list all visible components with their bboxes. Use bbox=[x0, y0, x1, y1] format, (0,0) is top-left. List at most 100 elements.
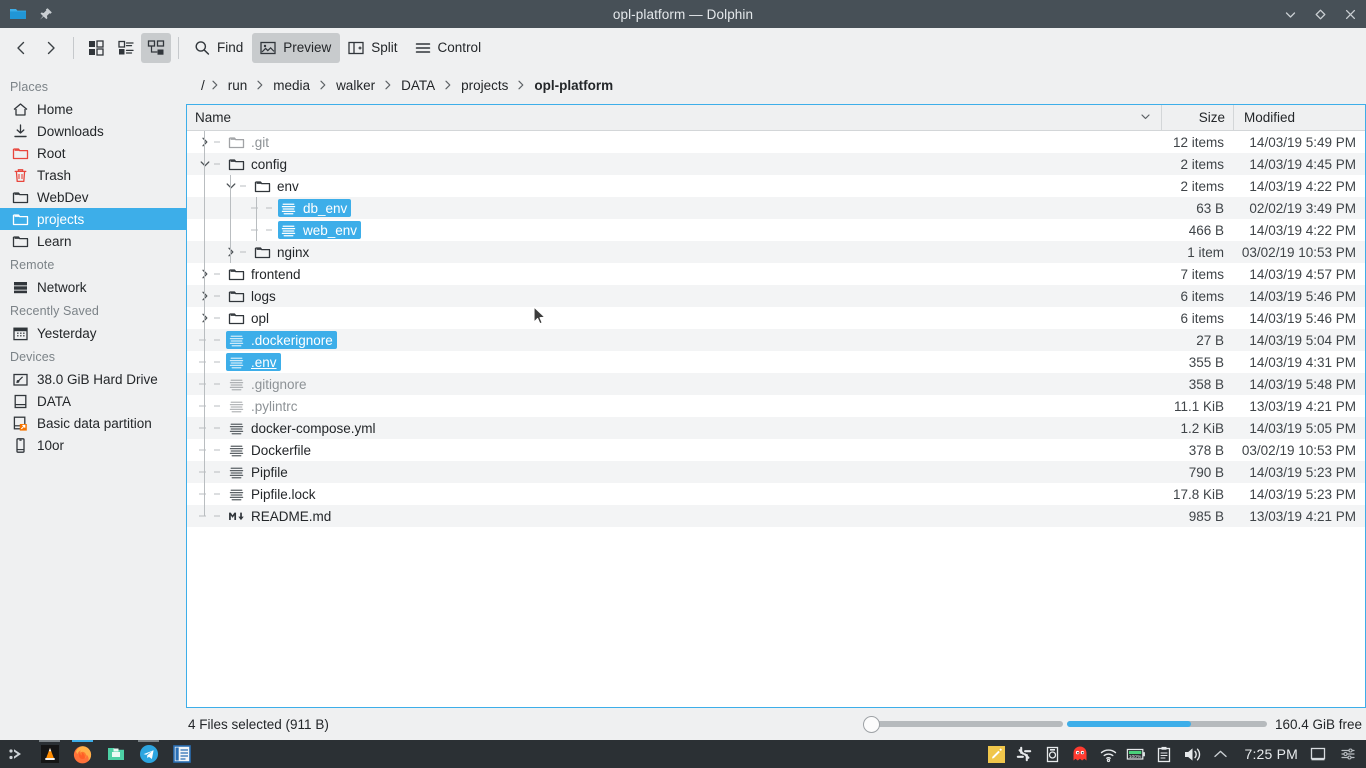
sidebar-item-data[interactable]: DATA bbox=[0, 390, 186, 412]
table-row[interactable]: web_env 466 B 14/03/19 4:22 PM bbox=[187, 219, 1365, 241]
zoom-slider[interactable] bbox=[862, 714, 1063, 734]
sidebar-item-basic-data-partition[interactable]: Basic data partition bbox=[0, 412, 186, 434]
file-entry[interactable]: web_env bbox=[278, 221, 362, 239]
breadcrumb-item-data[interactable]: DATA bbox=[394, 78, 442, 93]
table-row[interactable]: .dockerignore 27 B 14/03/19 5:04 PM bbox=[187, 329, 1365, 351]
file-entry[interactable]: .gitignore bbox=[226, 375, 311, 393]
table-row[interactable]: db_env 63 B 02/02/19 3:49 PM bbox=[187, 197, 1365, 219]
file-entry[interactable]: .env bbox=[226, 353, 281, 371]
split-button[interactable]: Split bbox=[340, 33, 406, 63]
file-entry[interactable]: Dockerfile bbox=[226, 441, 315, 459]
chevron-down-icon[interactable] bbox=[222, 175, 240, 197]
preview-button[interactable]: Preview bbox=[252, 32, 341, 63]
table-row[interactable]: .git 12 items 14/03/19 5:49 PM bbox=[187, 131, 1365, 153]
file-entry[interactable]: env bbox=[252, 177, 303, 195]
file-entry[interactable]: Pipfile bbox=[226, 463, 292, 481]
file-entry[interactable]: .pylintrc bbox=[226, 397, 302, 415]
table-row[interactable]: README.md 985 B 13/03/19 4:21 PM bbox=[187, 505, 1365, 527]
volume-icon[interactable] bbox=[1182, 744, 1202, 764]
file-entry[interactable]: nginx bbox=[252, 243, 313, 261]
sidebar-item-38-0-gib-hard-drive[interactable]: 38.0 GiB Hard Drive bbox=[0, 368, 186, 390]
table-row[interactable]: config 2 items 14/03/19 4:45 PM bbox=[187, 153, 1365, 175]
breadcrumb-item-run[interactable]: run bbox=[221, 78, 255, 93]
table-row[interactable]: logs 6 items 14/03/19 5:46 PM bbox=[187, 285, 1365, 307]
file-entry[interactable]: frontend bbox=[226, 265, 305, 283]
file-entry[interactable]: .dockerignore bbox=[226, 331, 337, 349]
table-row[interactable]: .pylintrc 11.1 KiB 13/03/19 4:21 PM bbox=[187, 395, 1365, 417]
breadcrumb-item-projects[interactable]: projects bbox=[454, 78, 515, 93]
sidebar-item-yesterday[interactable]: Yesterday bbox=[0, 322, 186, 344]
chevron-down-icon[interactable] bbox=[196, 153, 214, 175]
clipboard-icon[interactable] bbox=[1154, 744, 1174, 764]
chevron-right-icon[interactable] bbox=[196, 263, 214, 285]
file-entry[interactable]: config bbox=[226, 155, 291, 173]
chevron-down-icon[interactable] bbox=[1140, 111, 1153, 125]
free-space-bar[interactable] bbox=[1066, 714, 1267, 734]
file-entry[interactable]: .git bbox=[226, 133, 273, 151]
vlc-icon[interactable] bbox=[33, 740, 66, 768]
device-icon[interactable] bbox=[1042, 744, 1062, 764]
battery-icon[interactable]: 100% bbox=[1126, 744, 1146, 764]
table-row[interactable]: opl 6 items 14/03/19 5:46 PM bbox=[187, 307, 1365, 329]
breadcrumb-item-opl-platform[interactable]: opl-platform bbox=[527, 78, 620, 93]
wifi-icon[interactable] bbox=[1098, 744, 1118, 764]
view-compact-button[interactable] bbox=[111, 33, 141, 63]
slack-icon[interactable] bbox=[1014, 744, 1034, 764]
tray-expand-icon[interactable] bbox=[1210, 744, 1230, 764]
settings-icon[interactable] bbox=[1338, 744, 1358, 764]
file-entry[interactable]: db_env bbox=[278, 199, 352, 217]
file-entry[interactable]: Pipfile.lock bbox=[226, 485, 320, 503]
telegram-icon[interactable] bbox=[132, 740, 165, 768]
sidebar-item-root[interactable]: Root bbox=[0, 142, 186, 164]
chevron-right-icon[interactable] bbox=[196, 131, 214, 153]
file-entry[interactable]: docker-compose.yml bbox=[226, 419, 380, 437]
chevron-right-icon[interactable] bbox=[196, 285, 214, 307]
firefox-icon[interactable] bbox=[66, 740, 99, 768]
table-row[interactable]: Pipfile 790 B 14/03/19 5:23 PM bbox=[187, 461, 1365, 483]
table-row[interactable]: Dockerfile 378 B 03/02/19 10:53 PM bbox=[187, 439, 1365, 461]
filemanager-icon[interactable] bbox=[99, 740, 132, 768]
show-desktop-icon[interactable] bbox=[1308, 744, 1328, 764]
table-row[interactable]: Pipfile.lock 17.8 KiB 14/03/19 5:23 PM bbox=[187, 483, 1365, 505]
maximize-button[interactable] bbox=[1312, 6, 1328, 22]
zoom-slider-handle[interactable] bbox=[862, 715, 880, 733]
view-details-button[interactable] bbox=[141, 32, 171, 63]
column-header-size[interactable]: Size bbox=[1161, 104, 1233, 131]
table-row[interactable]: frontend 7 items 14/03/19 4:57 PM bbox=[187, 263, 1365, 285]
close-button[interactable] bbox=[1342, 6, 1358, 22]
back-button[interactable] bbox=[6, 33, 36, 63]
file-entry[interactable]: logs bbox=[226, 287, 280, 305]
find-button[interactable]: Find bbox=[186, 33, 252, 63]
file-entry[interactable]: README.md bbox=[226, 507, 335, 525]
text-editor-icon[interactable] bbox=[165, 740, 198, 768]
minimize-button[interactable] bbox=[1282, 6, 1298, 22]
breadcrumb-item-root[interactable]: / bbox=[194, 78, 209, 93]
sidebar-item-home[interactable]: Home bbox=[0, 98, 186, 120]
control-button[interactable]: Control bbox=[407, 33, 491, 63]
view-icons-button[interactable] bbox=[81, 33, 111, 63]
clock[interactable]: 7:25 PM bbox=[1234, 746, 1308, 762]
sidebar-item-projects[interactable]: projects bbox=[0, 208, 186, 230]
chevron-right-icon[interactable] bbox=[196, 307, 214, 329]
breadcrumb-item-walker[interactable]: walker bbox=[329, 78, 382, 93]
table-row[interactable]: .env 355 B 14/03/19 4:31 PM bbox=[187, 351, 1365, 373]
breadcrumb-item-media[interactable]: media bbox=[266, 78, 317, 93]
sidebar-item-learn[interactable]: Learn bbox=[0, 230, 186, 252]
kde-launcher-icon[interactable] bbox=[0, 740, 33, 768]
file-entry[interactable]: opl bbox=[226, 309, 273, 327]
chevron-right-icon[interactable] bbox=[222, 241, 240, 263]
table-row[interactable]: env 2 items 14/03/19 4:22 PM bbox=[187, 175, 1365, 197]
forward-button[interactable] bbox=[36, 33, 66, 63]
sidebar-item-downloads[interactable]: Downloads bbox=[0, 120, 186, 142]
ghost-icon[interactable] bbox=[1070, 744, 1090, 764]
sidebar-item-network[interactable]: Network bbox=[0, 276, 186, 298]
sidebar-item-webdev[interactable]: WebDev bbox=[0, 186, 186, 208]
column-header-name[interactable]: Name bbox=[187, 105, 1161, 131]
pin-icon[interactable] bbox=[33, 1, 59, 27]
table-row[interactable]: nginx 1 item 03/02/19 10:53 PM bbox=[187, 241, 1365, 263]
column-header-modified[interactable]: Modified bbox=[1233, 104, 1365, 131]
table-row[interactable]: .gitignore 358 B 14/03/19 5:48 PM bbox=[187, 373, 1365, 395]
sidebar-item-trash[interactable]: Trash bbox=[0, 164, 186, 186]
sidebar-item-10or[interactable]: 10or bbox=[0, 434, 186, 456]
table-row[interactable]: docker-compose.yml 1.2 KiB 14/03/19 5:05 P… bbox=[187, 417, 1365, 439]
